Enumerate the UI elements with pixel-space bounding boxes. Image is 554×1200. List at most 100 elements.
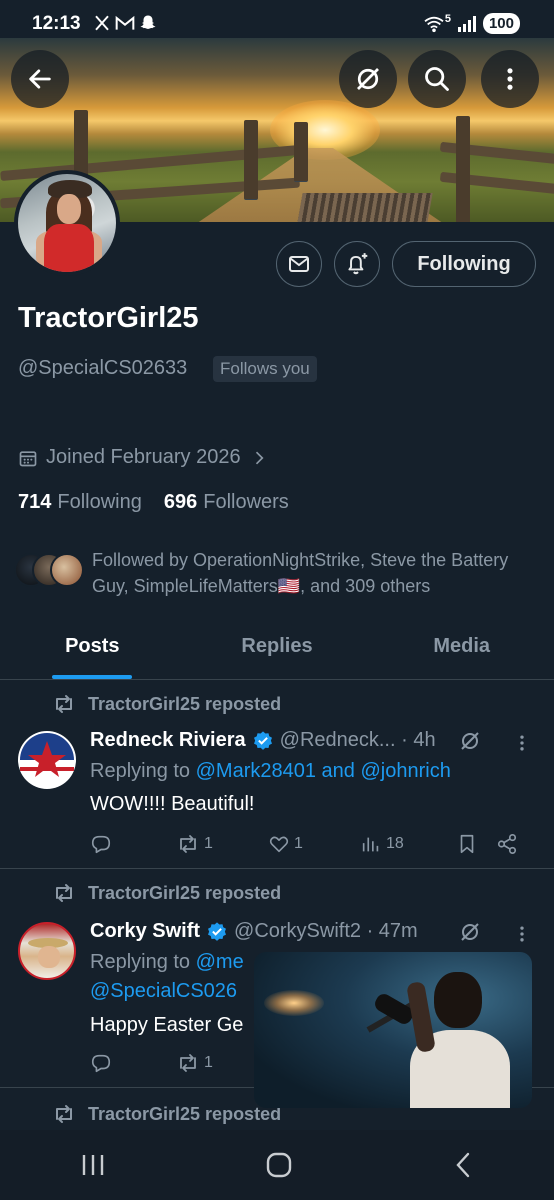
vertical-dots-icon[interactable] xyxy=(512,733,532,753)
more-options-button[interactable] xyxy=(481,50,539,108)
followed-by-avatars xyxy=(14,547,86,587)
gmail-icon xyxy=(115,15,135,30)
network-type: 5 xyxy=(444,12,451,25)
views-button[interactable]: 18 xyxy=(360,833,456,855)
reply-button[interactable] xyxy=(90,833,176,855)
bookmark-button[interactable] xyxy=(456,833,496,855)
banner-fence-post xyxy=(456,116,470,222)
followers-label: Followers xyxy=(203,491,289,513)
reply-target-1[interactable]: @me xyxy=(196,951,244,973)
search-button[interactable] xyxy=(408,50,466,108)
following-button[interactable]: Following xyxy=(392,241,536,287)
tab-media[interactable]: Media xyxy=(369,620,554,679)
followers-stat[interactable]: 696 Followers xyxy=(164,491,289,514)
home-button[interactable] xyxy=(265,1151,293,1179)
joined-date: Joined February 2026 xyxy=(46,446,241,468)
author-name[interactable]: Redneck Riviera xyxy=(90,729,246,752)
status-bar: 12:13 5 100 xyxy=(0,0,554,48)
repost-icon xyxy=(180,1054,196,1072)
repost-icon xyxy=(180,835,196,853)
chevron-right-icon xyxy=(255,451,264,464)
verified-badge-icon xyxy=(253,730,272,750)
avatar[interactable] xyxy=(18,731,76,789)
tab-posts[interactable]: Posts xyxy=(0,620,185,679)
back-button[interactable] xyxy=(11,50,69,108)
heart-icon xyxy=(269,836,289,853)
share-icon xyxy=(497,834,517,854)
system-back-button[interactable] xyxy=(451,1151,475,1179)
following-stat[interactable]: 714 Following xyxy=(18,491,142,514)
share-button[interactable] xyxy=(496,833,518,855)
notification-icons xyxy=(93,14,157,32)
followed-by-row[interactable]: Followed by OperationNightStrike, Steve … xyxy=(14,547,544,599)
following-label: Following xyxy=(57,491,142,513)
following-count: 714 xyxy=(18,491,52,513)
envelope-icon xyxy=(289,256,309,272)
grok-icon[interactable] xyxy=(458,920,482,944)
reply-target-2[interactable]: @SpecialCS026 xyxy=(90,980,237,1002)
author-handle-time: @CorkySwift2 · 47m xyxy=(234,920,418,942)
search-icon xyxy=(425,67,449,91)
verified-badge-icon xyxy=(208,921,227,941)
star-logo-icon xyxy=(19,732,75,788)
wifi-icon xyxy=(424,16,444,32)
views-count: 18 xyxy=(386,835,404,852)
battery-indicator: 100 xyxy=(482,13,520,34)
replying-to-prefix: Replying to xyxy=(90,760,196,782)
repost-indicator: TractorGirl25 reposted xyxy=(52,882,281,904)
avatar xyxy=(50,553,84,587)
bookmark-icon xyxy=(460,834,474,854)
status-time: 12:13 xyxy=(32,13,81,34)
post[interactable]: TractorGirl25 reposted Redneck Riviera @… xyxy=(0,681,554,869)
banner-fence-post xyxy=(244,120,258,200)
calendar-icon xyxy=(19,450,37,466)
vertical-dots-icon[interactable] xyxy=(512,924,532,944)
follow-stats: 714 Following 696 Followers xyxy=(18,491,289,514)
joined-date-row[interactable]: Joined February 2026 xyxy=(18,446,269,469)
bell-plus-icon xyxy=(348,253,368,275)
snapchat-icon xyxy=(140,15,156,29)
recent-apps-button[interactable] xyxy=(79,1152,107,1178)
profile-tabs: Posts Replies Media xyxy=(0,620,554,680)
profile-handle: @SpecialCS02633 xyxy=(18,357,188,379)
like-count: 1 xyxy=(294,835,303,852)
author-handle-time: @Redneck... · 4h xyxy=(279,729,436,751)
repost-label: TractorGirl25 reposted xyxy=(88,1103,282,1124)
video-stage-light xyxy=(264,990,324,1016)
back-arrow-icon xyxy=(29,69,51,89)
reply-targets[interactable]: @Mark28401 and @johnrich xyxy=(196,760,451,782)
followers-count: 696 xyxy=(163,491,198,513)
repost-count: 1 xyxy=(204,1054,213,1071)
repost-label: TractorGirl25 reposted xyxy=(88,882,282,903)
author-name[interactable]: Corky Swift xyxy=(90,920,200,943)
grok-button[interactable] xyxy=(339,50,397,108)
video-person xyxy=(404,972,514,1108)
home-icon xyxy=(266,1152,292,1178)
system-indicators: 5 100 xyxy=(423,13,520,34)
post-header: Redneck Riviera @Redneck... · 4h xyxy=(90,729,436,752)
display-name: TractorGirl25 xyxy=(18,302,199,334)
video-pip-player[interactable] xyxy=(254,952,532,1108)
reply-button[interactable] xyxy=(90,1052,176,1074)
grok-icon[interactable] xyxy=(458,729,482,753)
message-button[interactable] xyxy=(276,241,322,287)
repost-icon xyxy=(56,884,72,902)
post-text: Happy Easter Ge xyxy=(90,1014,244,1036)
notify-button[interactable] xyxy=(334,241,380,287)
repost-icon xyxy=(56,1105,72,1123)
repost-button[interactable]: 1 xyxy=(176,833,268,855)
profile-avatar[interactable] xyxy=(14,170,120,276)
like-button[interactable]: 1 xyxy=(268,833,360,855)
replying-to-prefix: Replying to xyxy=(90,951,196,973)
follows-you-badge: Follows you xyxy=(213,356,317,382)
repost-indicator: TractorGirl25 reposted xyxy=(52,1103,281,1125)
x-app-icon xyxy=(95,15,109,31)
banner-cattle-guard xyxy=(297,193,433,222)
repost-indicator: TractorGirl25 reposted xyxy=(52,693,281,715)
avatar[interactable] xyxy=(18,922,76,980)
vertical-dots-icon xyxy=(507,68,513,90)
tab-replies[interactable]: Replies xyxy=(185,620,370,679)
recent-apps-icon xyxy=(82,1155,104,1175)
repost-count: 1 xyxy=(204,835,213,852)
replying-to: Replying to @Mark28401 and @johnrich xyxy=(90,757,530,786)
